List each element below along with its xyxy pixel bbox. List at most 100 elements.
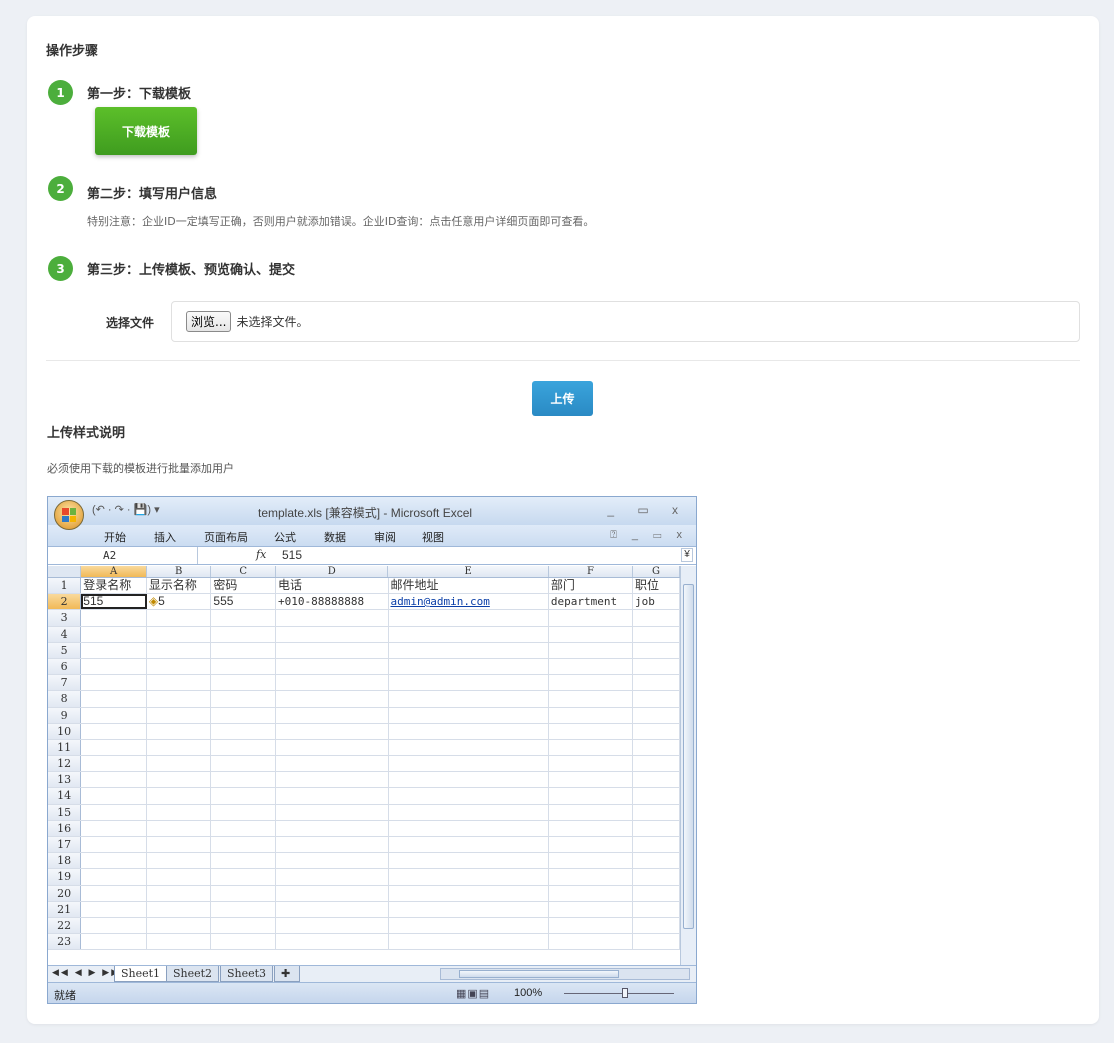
table-cell	[389, 901, 549, 917]
table-cell	[81, 934, 147, 950]
table-cell	[147, 869, 212, 885]
download-template-button[interactable]: 下载模板	[95, 107, 197, 155]
main-card: 操作步骤 1 第一步：下载模板 下载模板 2 第二步：填写用户信息 特别注意：企…	[27, 16, 1099, 1024]
table-cell	[147, 723, 212, 739]
table-cell	[276, 691, 389, 707]
table-cell	[276, 804, 389, 820]
table-cell	[389, 917, 549, 934]
window-controls: _ ▭ x	[607, 503, 688, 517]
table-row: 20	[48, 885, 680, 902]
table-cell	[633, 610, 680, 626]
table-cell	[147, 853, 212, 869]
table-cell: job	[633, 594, 680, 610]
table-cell	[549, 885, 634, 901]
table-cell: 登录名称	[81, 578, 147, 594]
active-cell: 515	[81, 594, 147, 610]
step-3-badge: 3	[48, 256, 73, 281]
excel-ribbon: 开始 插入 页面布局 公式 数据 审阅 视图 ⍰ _ ▭ x	[48, 525, 696, 547]
ribbon-controls: ⍰ _ ▭ x	[610, 529, 688, 541]
table-cell	[211, 691, 277, 707]
table-cell	[211, 707, 277, 723]
table-cell	[633, 917, 680, 934]
table-cell	[211, 804, 277, 820]
table-cell	[147, 885, 212, 901]
browse-button[interactable]: 浏览...	[186, 311, 232, 332]
table-cell	[147, 837, 212, 853]
table-cell	[81, 675, 147, 691]
step-2-title: 第二步：填写用户信息	[87, 187, 218, 202]
table-cell	[276, 756, 389, 772]
table-cell	[276, 853, 389, 869]
table-cell	[81, 837, 147, 853]
table-cell	[211, 658, 277, 675]
table-cell	[276, 642, 389, 658]
table-row: 8	[48, 691, 680, 708]
table-cell	[147, 642, 212, 658]
table-cell	[389, 675, 549, 691]
table-row: 7	[48, 675, 680, 692]
row-number: 11	[48, 739, 82, 756]
table-cell	[211, 739, 277, 756]
steps-section-title: 操作步骤	[46, 44, 99, 59]
table-row: 5	[48, 642, 680, 659]
table-cell	[276, 658, 389, 675]
table-cell	[549, 804, 634, 820]
table-cell	[147, 675, 212, 691]
scrollbar-thumb	[459, 970, 619, 978]
table-cell	[549, 788, 634, 804]
table-cell	[549, 739, 634, 756]
chevron-down-icon: ¥	[681, 548, 693, 562]
table-cell	[81, 853, 147, 869]
table-cell	[81, 707, 147, 723]
table-cell	[81, 820, 147, 836]
table-row: 2 515 ◈5 555 +010-88888888 admin@admin.c…	[48, 594, 680, 611]
row-number: 10	[48, 723, 82, 739]
sheet-nav-arrows: ◀◀ ◀ ▶ ▶▶	[52, 968, 121, 978]
table-cell	[211, 626, 277, 642]
file-input[interactable]: 浏览... 未选择文件。	[171, 301, 1080, 342]
table-cell	[633, 853, 680, 869]
row-number: 18	[48, 853, 82, 869]
table-cell	[147, 739, 212, 756]
new-sheet-icon: ✚	[274, 966, 300, 982]
step-2-badge: 2	[48, 176, 73, 201]
table-cell	[276, 707, 389, 723]
column-header: B	[147, 566, 212, 577]
table-cell	[389, 934, 549, 950]
table-cell	[147, 804, 212, 820]
excel-title-bar: (↶ · ↷ · 💾) ▾ template.xls [兼容模式] - Micr…	[48, 497, 696, 530]
table-cell	[549, 837, 634, 853]
sheet-tabs-bar: ◀◀ ◀ ▶ ▶▶ Sheet1 Sheet2 Sheet3 ✚	[48, 965, 696, 982]
zoom-level: 100%	[514, 987, 543, 999]
table-cell	[147, 707, 212, 723]
table-row: 22	[48, 917, 680, 935]
upload-button[interactable]: 上传	[532, 381, 593, 416]
table-cell	[549, 772, 634, 788]
divider	[46, 360, 1080, 361]
table-cell	[389, 691, 549, 707]
email-link: admin@admin.com	[389, 594, 549, 610]
table-cell	[147, 658, 212, 675]
table-cell	[211, 837, 277, 853]
select-all-corner	[48, 566, 82, 577]
step-1-badge: 1	[48, 80, 73, 105]
table-cell	[633, 707, 680, 723]
table-cell	[633, 901, 680, 917]
status-bar: 就绪 ▦▣▤ 100%	[48, 982, 696, 1003]
table-row: 18	[48, 853, 680, 870]
table-cell	[276, 934, 389, 950]
table-cell	[389, 756, 549, 772]
table-cell	[147, 756, 212, 772]
file-status: 未选择文件。	[236, 315, 309, 329]
table-cell: 部门	[549, 578, 634, 594]
table-row: 15	[48, 804, 680, 821]
table-cell	[147, 691, 212, 707]
row-number: 3	[48, 610, 82, 626]
table-cell	[549, 869, 634, 885]
view-mode-icons: ▦▣▤	[456, 988, 491, 1000]
table-cell	[81, 658, 147, 675]
table-cell	[633, 642, 680, 658]
table-cell	[81, 901, 147, 917]
row-number: 23	[48, 934, 82, 950]
table-row: 6	[48, 658, 680, 676]
